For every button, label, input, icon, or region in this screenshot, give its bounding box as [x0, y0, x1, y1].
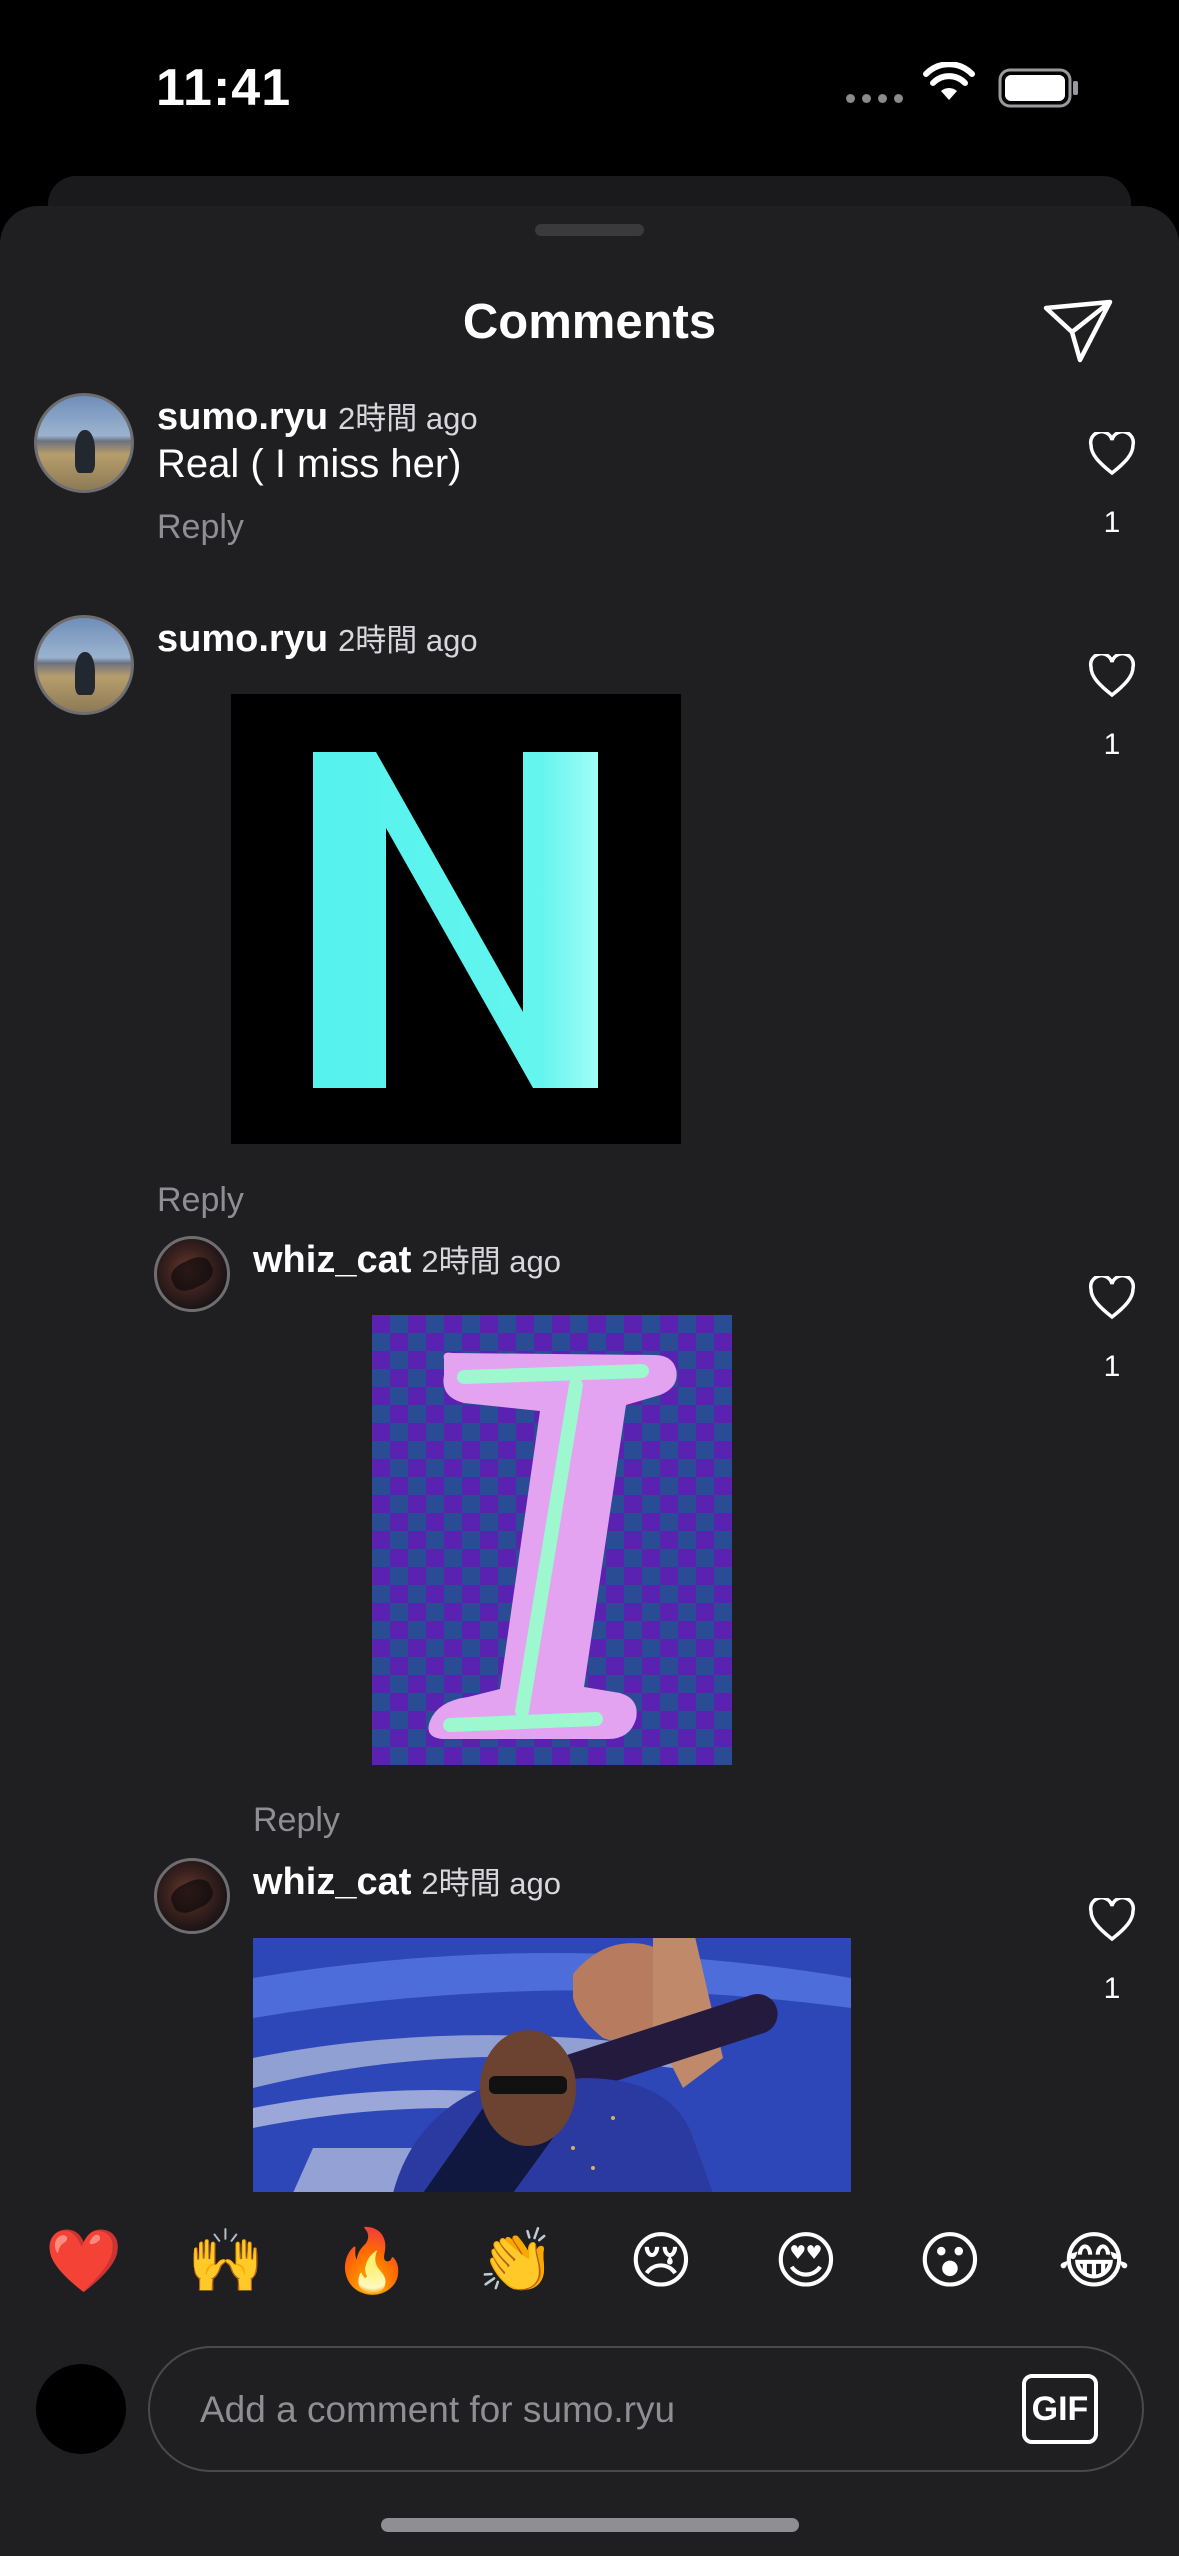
reply-button[interactable]: Reply — [157, 508, 244, 547]
status-bar: 11:41 — [0, 0, 1179, 170]
waving-man-gif-image[interactable] — [253, 1938, 851, 2193]
avatar[interactable] — [154, 1858, 230, 1934]
wifi-icon — [923, 62, 975, 100]
comment-username[interactable]: sumo.ryu — [157, 396, 328, 438]
reaction-raised-hands-emoji[interactable]: 🙌 — [186, 2222, 266, 2302]
like-count: 1 — [1103, 506, 1121, 539]
reaction-heart-emoji[interactable]: ❤️ — [44, 2222, 124, 2302]
like-count: 1 — [1103, 728, 1121, 761]
gif-button[interactable]: GIF — [1022, 2374, 1098, 2444]
reaction-fire-emoji[interactable]: 🔥 — [332, 2222, 412, 2302]
reaction-surprised-emoji[interactable]: 😮 — [910, 2222, 990, 2302]
heart-icon[interactable] — [1088, 1898, 1136, 1942]
like-count: 1 — [1103, 1350, 1121, 1383]
letter-i-sticker-image[interactable] — [372, 1315, 732, 1765]
comment-username[interactable]: whiz_cat — [253, 1239, 411, 1281]
reaction-crying-emoji[interactable]: 😢 — [621, 2222, 701, 2302]
send-icon[interactable] — [1040, 296, 1116, 366]
heart-icon[interactable] — [1088, 654, 1136, 698]
comment-input[interactable] — [198, 2348, 982, 2472]
reaction-heart-eyes-emoji[interactable]: 😍 — [766, 2222, 846, 2302]
comment-timestamp: 2時間 ago — [421, 1244, 561, 1279]
sheet-title: Comments — [462, 295, 717, 349]
battery-icon — [998, 68, 1078, 108]
comment-username[interactable]: whiz_cat — [253, 1861, 411, 1903]
comment-timestamp: 2時間 ago — [421, 1866, 561, 1901]
comment-timestamp: 2時間 ago — [338, 401, 478, 436]
avatar[interactable] — [34, 615, 134, 715]
quick-reactions-bar: ❤️ 🙌 🔥 👏 😢 😍 😮 😂 — [0, 2192, 1179, 2332]
like-count: 1 — [1103, 1972, 1121, 2005]
status-time: 11:41 — [156, 59, 292, 117]
cellular-signal-icon — [846, 94, 903, 103]
letter-n-sticker-image[interactable] — [231, 694, 681, 1144]
comment-timestamp: 2時間 ago — [338, 623, 478, 658]
reaction-laughing-emoji[interactable]: 😂 — [1054, 2222, 1134, 2302]
comment-text: Real ( I miss her) — [157, 442, 462, 486]
heart-icon[interactable] — [1088, 1276, 1136, 1320]
heart-icon[interactable] — [1088, 432, 1136, 476]
avatar[interactable] — [154, 1236, 230, 1312]
current-user-avatar — [36, 2364, 126, 2454]
reply-button[interactable]: Reply — [253, 1801, 340, 1840]
home-indicator[interactable] — [381, 2518, 799, 2532]
reply-button[interactable]: Reply — [157, 1181, 244, 1220]
sheet-grabber[interactable] — [535, 224, 644, 236]
reaction-clap-emoji[interactable]: 👏 — [477, 2222, 557, 2302]
comment-username[interactable]: sumo.ryu — [157, 618, 328, 660]
avatar[interactable] — [34, 393, 134, 493]
comment-field[interactable]: GIF — [148, 2346, 1144, 2472]
